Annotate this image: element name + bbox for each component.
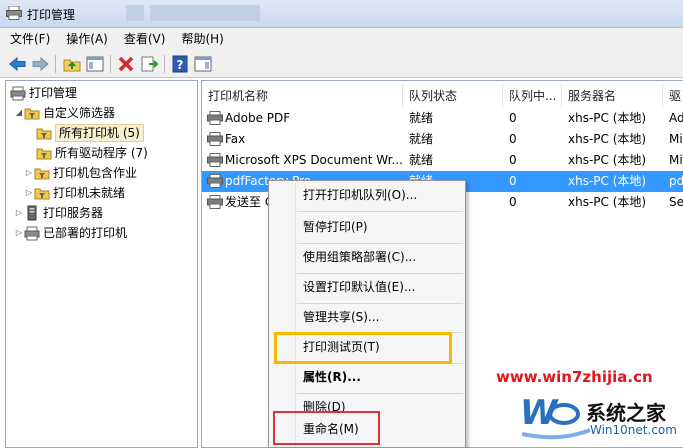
driver-name: Ad [669, 111, 683, 125]
menu-help[interactable]: 帮助(H) [175, 29, 229, 49]
blurred-title-region [150, 5, 260, 21]
tree-root[interactable]: 打印管理 [8, 83, 77, 103]
column-header-server-name[interactable]: 服务器名 [562, 85, 663, 107]
title-bar: 打印管理 [0, 0, 683, 28]
menu-separator [297, 303, 463, 304]
jobs-in-queue: 0 [509, 174, 517, 188]
tree-label: 所有打印机 (5) [55, 124, 144, 142]
tree-label: 打印机未就绪 [53, 186, 126, 200]
tree-label: 打印管理 [29, 86, 78, 100]
menu-gutter [295, 183, 296, 447]
forward-arrow-icon[interactable] [30, 54, 50, 74]
watermark-domain: Win10net.com [590, 423, 677, 437]
tree-item-all-printers[interactable]: 所有打印机 (5) [36, 123, 144, 143]
table-row[interactable]: Fax 就绪 0 xhs-PC (本地) Mi [202, 129, 683, 150]
menu-item-deploy-with-group-policy[interactable]: 使用组策略部署(C)... [303, 247, 416, 267]
collapsed-arrow-icon[interactable]: ▷ [14, 223, 24, 243]
queue-status: 就绪 [409, 153, 434, 167]
menu-action[interactable]: 操作(A) [60, 29, 114, 49]
table-row[interactable]: Adobe PDF 就绪 0 xhs-PC (本地) Ad [202, 108, 683, 129]
tree-item-printers-not-ready[interactable]: ▷ 打印机未就绪 [24, 183, 125, 203]
context-menu: 打开打印机队列(O)... 暂停打印(P) 使用组策略部署(C)... 设置打印… [268, 180, 466, 448]
menu-separator [297, 211, 463, 212]
highlight-box-red [273, 411, 380, 445]
tree-item-all-drivers[interactable]: 所有驱动程序 (7) [36, 143, 148, 163]
printer-management-icon [6, 6, 22, 20]
jobs-in-queue: 0 [509, 132, 517, 146]
driver-name: Mi [669, 132, 683, 146]
tree-label: 自定义筛选器 [43, 106, 116, 120]
window-title: 打印管理 [27, 8, 76, 22]
table-row[interactable]: Microsoft XPS Document Wr... 就绪 0 xhs-PC… [202, 150, 683, 171]
menu-file[interactable]: 文件(F) [4, 29, 56, 49]
printer-name: Fax [225, 132, 246, 146]
column-header-queue-status[interactable]: 队列状态 [403, 85, 503, 107]
server-name: xhs-PC (本地) [568, 174, 647, 188]
svg-text:?: ? [177, 58, 184, 72]
menu-separator [297, 273, 463, 274]
printer-name: Adobe PDF [225, 111, 291, 125]
tree-label: 所有驱动程序 (7) [55, 146, 148, 160]
column-header-printer-name[interactable]: 打印机名称 [202, 85, 403, 107]
menu-item-properties[interactable]: 属性(R)... [303, 367, 361, 387]
show-hide-tree-icon[interactable] [85, 54, 105, 74]
highlight-box-yellow [274, 332, 452, 364]
menu-item-manage-sharing[interactable]: 管理共享(S)... [303, 307, 379, 327]
printer-name: Microsoft XPS Document Wr... [225, 153, 403, 167]
table-header: 打印机名称 队列状态 队列中... 服务器名 驱 [202, 85, 683, 107]
menu-separator [297, 393, 463, 394]
help-icon[interactable]: ? [170, 54, 190, 74]
filter-folder-icon [36, 148, 52, 160]
jobs-in-queue: 0 [509, 153, 517, 167]
tree-item-deployed-printers[interactable]: ▷ 已部署的打印机 [14, 223, 127, 243]
show-action-pane-icon[interactable] [193, 54, 213, 74]
menu-view[interactable]: 查看(V) [118, 29, 172, 49]
svg-text:W: W [520, 393, 559, 433]
jobs-in-queue: 0 [509, 111, 517, 125]
driver-name: Mi [669, 153, 683, 167]
printer-icon [24, 226, 40, 241]
driver-name: pd [669, 174, 683, 188]
server-name: xhs-PC (本地) [568, 132, 647, 146]
back-arrow-icon[interactable] [8, 54, 28, 74]
tree-item-print-servers[interactable]: ▷ 打印服务器 [14, 203, 103, 223]
filter-folder-icon [34, 188, 50, 200]
blurred-title-region [126, 5, 144, 21]
menu-bar: 文件(F) 操作(A) 查看(V) 帮助(H) [0, 28, 683, 50]
delete-icon[interactable] [116, 54, 136, 74]
tree-label: 已部署的打印机 [43, 226, 128, 240]
toolbar: ? [0, 50, 683, 78]
filter-folder-icon [24, 108, 40, 120]
column-header-driver[interactable]: 驱 [663, 85, 683, 107]
watermark-site-name: 系统之家 [586, 401, 666, 425]
menu-separator [297, 243, 463, 244]
printer-management-icon [10, 86, 26, 101]
menu-item-open-queue[interactable]: 打开打印机队列(O)... [303, 185, 417, 205]
menu-item-set-printing-defaults[interactable]: 设置打印默认值(E)... [303, 277, 415, 297]
driver-name: Se [669, 195, 683, 209]
collapsed-arrow-icon[interactable]: ▷ [14, 203, 24, 223]
tree-label: 打印服务器 [43, 206, 104, 220]
up-folder-icon[interactable] [62, 54, 82, 74]
server-name: xhs-PC (本地) [568, 111, 647, 125]
expanded-arrow-icon[interactable]: ◢ [14, 103, 24, 123]
tree-item-printers-with-jobs[interactable]: ▷ 打印机包含作业 [24, 163, 137, 183]
queue-status: 就绪 [409, 132, 434, 146]
menu-item-pause-printing[interactable]: 暂停打印(P) [303, 217, 368, 237]
server-icon [27, 205, 37, 221]
export-list-icon[interactable] [139, 54, 159, 74]
tree-label: 打印机包含作业 [53, 166, 138, 180]
navigation-tree: 打印管理 ◢ 自定义筛选器 所有打印机 (5) 所有驱动程序 (7) ▷ 打印机… [5, 80, 198, 448]
column-header-jobs-in-queue[interactable]: 队列中... [503, 85, 562, 107]
queue-status: 就绪 [409, 111, 434, 125]
filter-folder-icon [34, 168, 50, 180]
tree-item-custom-filters[interactable]: ◢ 自定义筛选器 [14, 103, 115, 123]
collapsed-arrow-icon[interactable]: ▷ [24, 183, 34, 203]
jobs-in-queue: 0 [509, 195, 517, 209]
server-name: xhs-PC (本地) [568, 195, 647, 209]
server-name: xhs-PC (本地) [568, 153, 647, 167]
collapsed-arrow-icon[interactable]: ▷ [24, 163, 34, 183]
filter-folder-icon [36, 128, 52, 140]
